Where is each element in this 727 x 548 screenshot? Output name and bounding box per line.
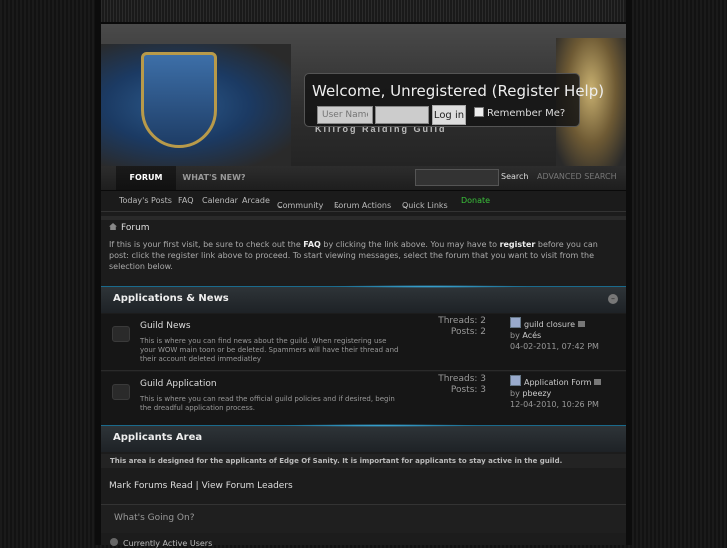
todays-posts-link[interactable]: Today's Posts	[119, 196, 172, 205]
breadcrumb-divider	[101, 216, 626, 220]
by-label: by	[510, 389, 520, 398]
forum-description: This is where you can find news about th…	[140, 337, 399, 363]
thread-count: Threads: 3	[438, 374, 486, 384]
chevron-down-icon: ⌄	[277, 201, 284, 210]
forum-title[interactable]: Guild Application	[140, 379, 217, 389]
password-input[interactable]	[375, 106, 429, 124]
last-post: guild closure by Acés 04-02-2011, 07:42 …	[510, 317, 599, 352]
mark-forums-read-link[interactable]: Mark Forums Read	[109, 481, 193, 491]
forum-title[interactable]: Guild News	[140, 321, 191, 331]
header-glow	[280, 424, 480, 427]
right-rail	[626, 0, 632, 545]
section-title[interactable]: Applicants Area	[113, 432, 202, 443]
section-title[interactable]: Applications & News	[113, 293, 229, 304]
thread-count: Threads: 2	[438, 316, 486, 326]
calendar-link[interactable]: Calendar	[202, 196, 238, 205]
active-users-header: Currently Active Users	[110, 538, 212, 548]
top-strip	[101, 0, 626, 24]
section-header-applications: Applications & News –	[101, 286, 626, 313]
forum-actions-label: Forum Actions	[334, 201, 392, 210]
arcade-link[interactable]: Arcade	[242, 196, 270, 205]
section-description: This area is designed for the applicants…	[101, 454, 626, 468]
forum-stats: Threads: 3 Posts: 3	[431, 374, 486, 396]
home-icon[interactable]	[109, 223, 117, 230]
tab-whats-new[interactable]: WHAT'S NEW?	[181, 166, 247, 190]
forum-description: This is where you can read the official …	[140, 395, 395, 412]
footer-links: Mark Forums Read | View Forum Leaders	[109, 481, 293, 491]
community-label: Community	[277, 201, 324, 210]
search-button[interactable]: Search	[501, 172, 528, 181]
faq-link[interactable]: FAQ	[178, 196, 194, 205]
forum-row: Guild Application This is where you can …	[101, 372, 626, 429]
last-post: Application Form by pbeezy 12-04-2010, 1…	[510, 375, 602, 410]
welcome-notice: If this is your first visit, be sure to …	[109, 239, 619, 272]
notice-text-1: If this is your first visit, be sure to …	[109, 240, 304, 249]
notice-faq-link[interactable]: FAQ	[303, 240, 321, 249]
last-post-author[interactable]: Acés	[522, 331, 541, 340]
post-icon	[510, 317, 521, 328]
active-users-title[interactable]: Currently Active Users	[123, 539, 212, 548]
chevron-down-icon: ⌄	[334, 201, 341, 210]
notice-register-link[interactable]: register	[500, 240, 536, 249]
last-post-author[interactable]: pbeezy	[522, 389, 551, 398]
login-box: Welcome, Unregistered (Register Help) Lo…	[304, 73, 604, 127]
whats-going-on-header: What's Going On?	[101, 504, 626, 533]
tab-forum[interactable]: FORUM	[116, 166, 176, 190]
remember-me[interactable]: Remember Me?	[474, 107, 565, 119]
whats-going-on-title[interactable]: What's Going On?	[114, 513, 195, 523]
last-post-date: 04-02-2011,	[510, 342, 560, 351]
last-post-time: 07:42 PM	[561, 342, 599, 351]
breadcrumb-current: Forum	[121, 223, 150, 233]
last-post-title[interactable]: Application Form	[524, 378, 591, 387]
welcome-text[interactable]: Welcome, Unregistered (Register Help)	[312, 82, 604, 100]
quick-links-label: Quick Links	[402, 201, 448, 210]
last-post-title[interactable]: guild closure	[524, 320, 575, 329]
main-navbar: FORUM WHAT'S NEW? Search ADVANCED SEARCH	[101, 166, 626, 191]
sub-navbar: Today's Posts FAQ Calendar Arcade Commun…	[101, 191, 626, 212]
forum-status-icon	[112, 384, 130, 400]
by-label: by	[510, 331, 520, 340]
forum-stats: Threads: 2 Posts: 2	[431, 316, 486, 338]
search-input[interactable]	[415, 169, 499, 186]
remember-me-label: Remember Me?	[487, 108, 566, 119]
shield-icon	[141, 52, 217, 148]
forum-row: Guild News This is where you can find ne…	[101, 314, 626, 371]
header-glow	[330, 285, 530, 288]
chevron-down-icon: ⌄	[402, 201, 409, 210]
notice-text-2: by clicking the link above. You may have…	[320, 240, 500, 249]
link-separator: |	[195, 481, 199, 491]
remember-me-checkbox[interactable]	[474, 107, 484, 117]
login-button[interactable]: Log in	[432, 105, 466, 125]
collapse-icon[interactable]: –	[608, 294, 618, 304]
username-input[interactable]	[317, 106, 373, 124]
post-icon	[510, 375, 521, 386]
view-forum-leaders-link[interactable]: View Forum Leaders	[202, 481, 293, 491]
post-count: Posts: 2	[450, 327, 486, 337]
forum-status-icon	[112, 326, 130, 342]
post-count: Posts: 3	[450, 385, 486, 395]
donate-link[interactable]: Donate	[461, 196, 490, 205]
breadcrumb: Forum	[109, 223, 150, 233]
go-to-post-icon[interactable]	[594, 379, 602, 385]
last-post-time: 10:26 PM	[561, 400, 599, 409]
last-post-date: 12-04-2010,	[510, 400, 560, 409]
go-to-post-icon[interactable]	[578, 321, 586, 327]
section-header-applicants: Applicants Area	[101, 425, 626, 452]
advanced-search-link[interactable]: ADVANCED SEARCH	[537, 172, 617, 181]
